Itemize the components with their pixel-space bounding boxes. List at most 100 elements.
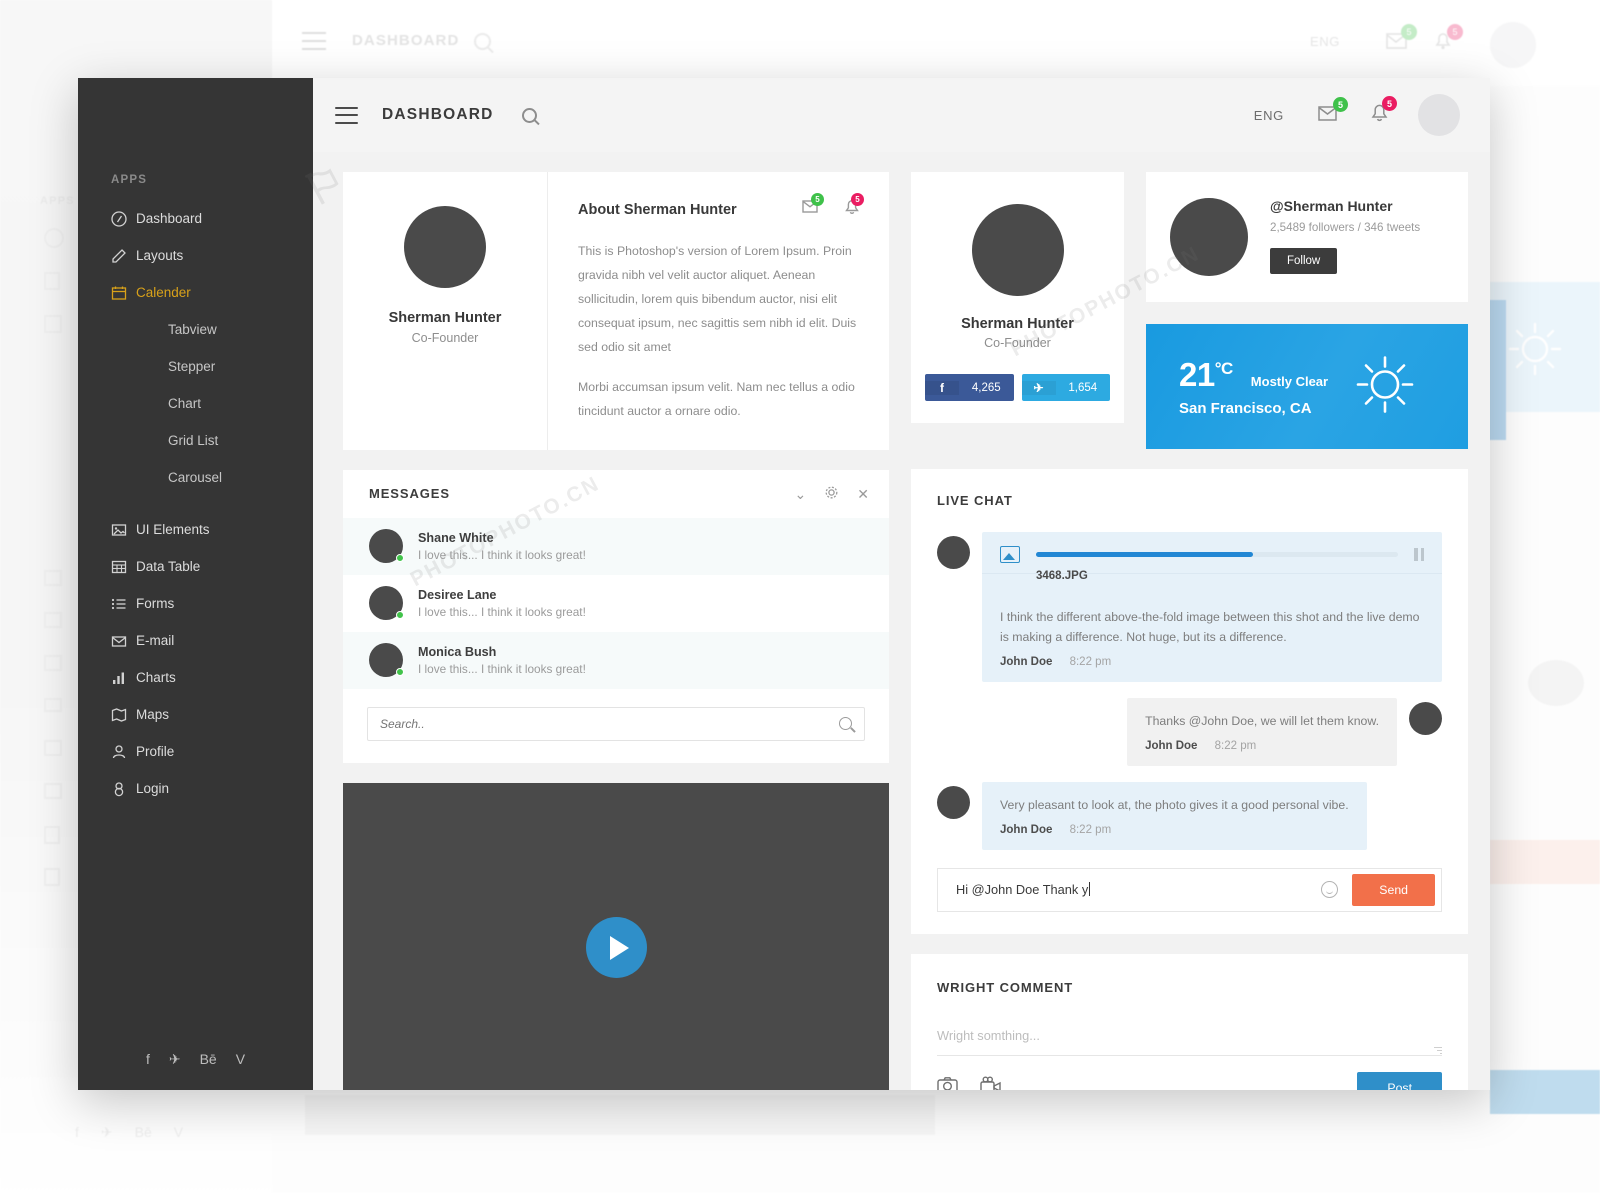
chat-text: Very pleasant to look at, the photo give… <box>1000 797 1349 812</box>
background-maps-icon <box>44 783 62 799</box>
content-area: DASHBOARD ENG 5 5 Sherman Hunter Co-Foun… <box>313 78 1490 1090</box>
sidebar-subitem-grid-list[interactable]: Grid List <box>78 422 313 459</box>
list-item[interactable]: Desiree Lane I love this... I think it l… <box>343 575 889 632</box>
messages-header: MESSAGES ⌄ ✕ <box>343 470 889 518</box>
dashboard-grid: Sherman Hunter Co-Founder About Sherman … <box>313 152 1490 1090</box>
calendar-icon <box>111 285 136 301</box>
message-preview: I love this... I think it looks great! <box>418 661 586 676</box>
sidebar-item-email[interactable]: E-mail <box>78 622 313 659</box>
twitter-counter-button[interactable]: ✈ 1,654 <box>1021 374 1110 401</box>
facebook-count: 4,265 <box>971 381 1001 394</box>
table-icon <box>111 559 136 575</box>
pause-icon[interactable] <box>1414 548 1424 561</box>
online-status-dot <box>396 668 404 677</box>
about-mail-icon[interactable]: 5 <box>802 193 824 220</box>
sidebar-item-dashboard[interactable]: Dashboard <box>78 200 313 237</box>
smiley-icon[interactable] <box>1321 881 1339 899</box>
video-player[interactable] <box>343 782 889 1090</box>
twitter-icon[interactable]: ✈ <box>169 1051 181 1068</box>
about-paragraph-1: This is Photoshop's version of Lorem Ips… <box>578 244 857 354</box>
sidebar-item-layouts[interactable]: Layouts <box>78 237 313 274</box>
video-camera-icon[interactable] <box>980 1076 1002 1090</box>
behance-icon[interactable]: Bē <box>200 1051 217 1068</box>
sidebar-subitem-tabview[interactable]: Tabview <box>78 311 313 348</box>
sidebar-subitem-label: Chart <box>168 396 202 411</box>
sidebar-subitem-carousel[interactable]: Carousel <box>78 459 313 496</box>
sidebar-item-login[interactable]: Login <box>78 770 313 807</box>
background-mail-badge: 5 <box>1401 24 1417 40</box>
comment-input[interactable] <box>937 1027 1442 1043</box>
search-icon[interactable] <box>521 107 537 123</box>
online-status-dot <box>396 611 404 620</box>
sidebar-item-ui-elements[interactable]: UI Elements <box>78 511 313 548</box>
play-icon[interactable] <box>585 917 647 979</box>
facebook-counter-button[interactable]: f 4,265 <box>925 374 1014 401</box>
lock-icon <box>111 781 136 797</box>
sidebar-item-profile[interactable]: Profile <box>78 733 313 770</box>
hamburger-icon[interactable] <box>335 106 358 124</box>
chat-bubble: Thanks @John Doe, we will let them know.… <box>1127 697 1397 766</box>
sidebar-item-charts[interactable]: Charts <box>78 659 313 696</box>
chat-message-left: Very pleasant to look at, the photo give… <box>937 781 1442 850</box>
sidebar-section-label: APPS <box>111 174 148 186</box>
camera-icon[interactable] <box>937 1076 958 1090</box>
chevron-down-icon[interactable]: ⌄ <box>795 487 807 501</box>
send-button[interactable]: Send <box>1352 873 1435 906</box>
background-bell-badge: 5 <box>1447 24 1463 40</box>
profile-name: Sherman Hunter <box>961 316 1074 332</box>
upload-filename: 3468.JPG <box>1036 570 1088 582</box>
post-button[interactable]: Post <box>1357 1071 1442 1090</box>
background-language: ENG <box>1310 34 1340 49</box>
chat-meta: John Doe 8:22 pm <box>1127 732 1397 766</box>
dashboard-icon <box>111 210 136 227</box>
chat-bubble: Very pleasant to look at, the photo give… <box>982 781 1367 850</box>
sidebar-subitem-chart[interactable]: Chart <box>78 385 313 422</box>
twitter-avatar <box>1170 198 1248 276</box>
resize-grip-icon[interactable] <box>1434 1045 1442 1054</box>
list-item[interactable]: Monica Bush I love this... I think it lo… <box>343 631 889 689</box>
chat-input-value[interactable]: Hi @John Doe Thank y <box>956 882 1321 897</box>
sidebar-item-label: Login <box>136 781 170 796</box>
twitter-count: 1,654 <box>1068 381 1098 394</box>
background-send-button <box>1490 840 1600 884</box>
user-icon <box>111 744 136 760</box>
sidebar-item-calender[interactable]: Calender <box>78 274 313 311</box>
vimeo-icon[interactable]: V <box>236 1051 245 1068</box>
sidebar-subitem-stepper[interactable]: Stepper <box>78 348 313 385</box>
chat-input-row[interactable]: Hi @John Doe Thank y Send <box>937 867 1442 912</box>
about-bell-icon[interactable]: 5 <box>843 193 864 220</box>
mail-icon[interactable]: 5 <box>1318 97 1348 127</box>
avatar[interactable] <box>1418 94 1460 136</box>
facebook-icon[interactable]: f <box>146 1051 150 1068</box>
image-icon <box>1000 546 1020 563</box>
sidebar-item-forms[interactable]: Forms <box>78 585 313 622</box>
right-column: Sherman Hunter Co-Founder f 4,265 ✈ 1,65… <box>911 172 1468 1090</box>
language-selector[interactable]: ENG <box>1254 108 1284 123</box>
bell-icon[interactable]: 5 <box>1369 96 1397 128</box>
topbar: DASHBOARD ENG 5 5 <box>313 78 1490 152</box>
close-icon[interactable]: ✕ <box>857 487 869 501</box>
follow-button[interactable]: Follow <box>1270 248 1338 274</box>
sidebar-item-data-table[interactable]: Data Table <box>78 548 313 585</box>
pencil-icon <box>111 248 136 264</box>
sidebar-item-maps[interactable]: Maps <box>78 696 313 733</box>
search-input[interactable] <box>380 716 839 731</box>
chat-text: Thanks @John Doe, we will let them know. <box>1145 713 1379 728</box>
gear-icon[interactable] <box>824 485 839 502</box>
sidebar-item-label: Calender <box>136 285 191 300</box>
background-forms-icon <box>44 655 62 671</box>
avatar <box>1409 701 1442 735</box>
comment-footer: Post <box>937 1071 1442 1090</box>
messages-title: MESSAGES <box>369 486 450 502</box>
chat-author: John Doe <box>1145 739 1198 752</box>
background-facebook-icon: f <box>75 1124 79 1140</box>
profile-card: Sherman Hunter Co-Founder <box>343 172 548 450</box>
background-table-icon <box>44 612 62 628</box>
sidebar-subitem-label: Grid List <box>168 433 219 448</box>
chat-message-left: 3468.JPG I think the different above-the… <box>937 532 1442 682</box>
list-item[interactable]: Shane White I love this... I think it lo… <box>343 517 889 575</box>
image-icon <box>111 522 136 538</box>
background-avatar <box>1490 22 1536 68</box>
search-icon[interactable] <box>839 717 852 731</box>
background-bell-icon: 5 <box>1432 24 1463 52</box>
